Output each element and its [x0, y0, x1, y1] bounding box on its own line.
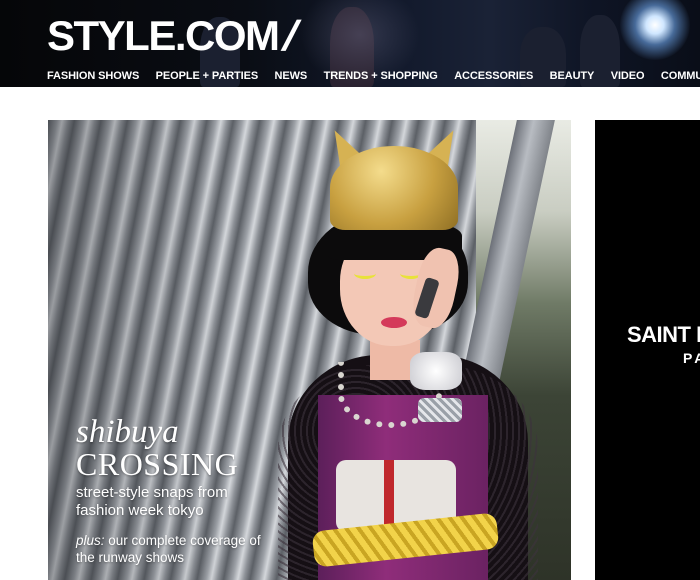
site-logo[interactable]: STYLE.COM/ — [47, 12, 302, 59]
nav-item-news[interactable]: NEWS — [275, 70, 308, 82]
hero-title-line1: shibuya — [76, 414, 179, 450]
subject-robot-stripe — [384, 460, 394, 532]
site-logo-text: STYLE.COM — [47, 12, 280, 59]
nav-item-video[interactable]: VIDEO — [611, 70, 645, 82]
nav-item-accessories[interactable]: ACCESSORIES — [454, 70, 533, 82]
nav-item-community[interactable]: COMMUNITY — [661, 70, 700, 82]
hero-feature[interactable]: shibuya CROSSING street-style snaps from… — [48, 120, 571, 580]
main-nav: FASHION SHOWS PEOPLE + PARTIES NEWS TREN… — [47, 66, 700, 82]
hero-caption: shibuya CROSSING street-style snaps from… — [76, 416, 276, 566]
hero-description: street-style snaps from fashion week tok… — [76, 484, 228, 519]
subject-lips — [381, 317, 407, 328]
subject-brooch — [418, 398, 462, 422]
nav-item-people-parties[interactable]: PEOPLE + PARTIES — [156, 70, 259, 82]
nav-item-trends-shopping[interactable]: TRENDS + SHOPPING — [324, 70, 438, 82]
hero-plus-text: our complete coverage of the runway show… — [76, 533, 261, 565]
nav-item-fashion-shows[interactable]: FASHION SHOWS — [47, 70, 139, 82]
site-header: STYLE.COM/ FASHION SHOWS PEOPLE + PARTIE… — [0, 0, 700, 87]
header-spotlight — [620, 0, 690, 60]
hero-plus-line: plus: our complete coverage of the runwa… — [76, 532, 276, 566]
hero-plus-prefix: plus: — [76, 533, 105, 548]
side-promo-ad[interactable]: SAINT LAURENT PARIS — [595, 120, 700, 580]
promo-brand: SAINT LAURENT — [627, 322, 700, 347]
subject-eye-left — [354, 268, 376, 279]
subject-gold-hat — [330, 146, 458, 230]
promo-subtitle: PARIS — [683, 350, 700, 366]
nav-item-beauty[interactable]: BEAUTY — [550, 70, 595, 82]
hero-title-line2: CROSSING — [76, 446, 239, 482]
site-logo-slash: / — [277, 12, 303, 59]
subject-skull-ring — [410, 352, 462, 390]
